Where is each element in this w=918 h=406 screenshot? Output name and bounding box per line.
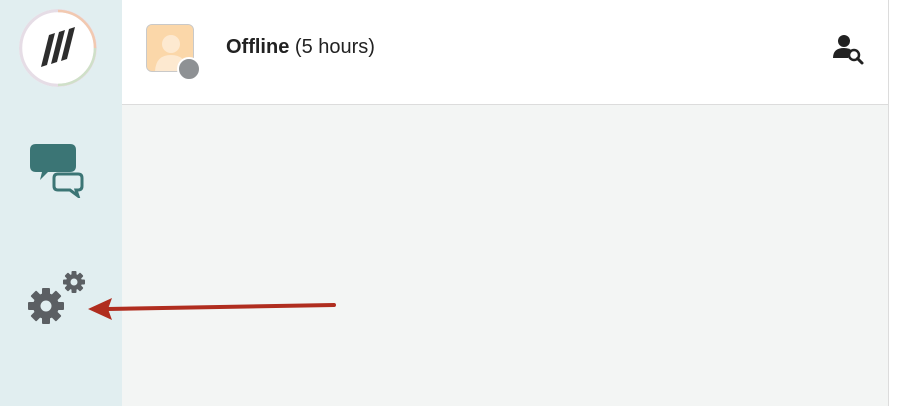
app-logo[interactable]: [19, 9, 97, 87]
chat-bubbles-icon[interactable]: [30, 142, 86, 198]
main-content: [122, 105, 888, 406]
gears-icon[interactable]: [28, 268, 88, 328]
presence-status: Offline (5 hours): [226, 36, 375, 59]
sidebar: [0, 0, 122, 406]
right-panel-edge: [888, 0, 918, 406]
offline-status-dot: [177, 57, 201, 81]
user-search-icon[interactable]: [832, 32, 866, 66]
annotation-arrow: [88, 298, 336, 320]
logo-ring-icon: [19, 9, 97, 87]
status-duration: (5 hours): [294, 36, 375, 58]
status-label: Offline: [226, 36, 290, 58]
header: Offline (5 hours): [122, 0, 888, 105]
